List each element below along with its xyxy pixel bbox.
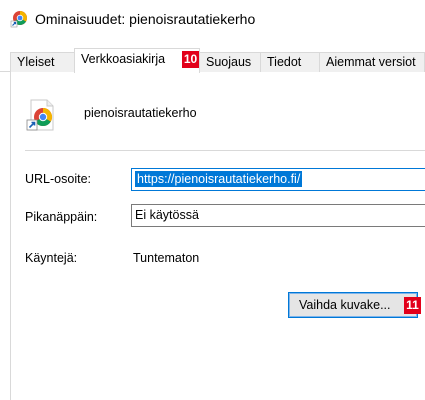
hotkey-value: Ei käytössä (135, 208, 199, 222)
url-field[interactable]: https://pienoisrautatiekerho.fi/ (131, 168, 425, 191)
tab-security[interactable]: Suojaus (199, 52, 261, 72)
url-value: https://pienoisrautatiekerho.fi/ (135, 171, 303, 187)
chrome-shortcut-icon (26, 99, 54, 131)
window-title: Ominaisuudet: pienoisrautatiekerho (35, 11, 256, 27)
url-label: URL-osoite: (25, 172, 91, 186)
properties-panel (10, 72, 425, 400)
change-icon-button[interactable]: Vaihda kuvake... (288, 292, 418, 318)
tab-general[interactable]: Yleiset (10, 52, 75, 72)
title-bar: Ominaisuudet: pienoisrautatiekerho (0, 0, 425, 38)
shortcut-name: pienoisrautatiekerho (84, 106, 197, 120)
hotkey-field[interactable]: Ei käytössä (131, 204, 425, 227)
separator (25, 150, 425, 151)
tab-details[interactable]: Tiedot (260, 52, 320, 72)
tab-number-badge: 10 (182, 51, 199, 68)
tab-previous-versions[interactable]: Aiemmat versiot (319, 52, 425, 72)
button-number-badge: 11 (404, 297, 421, 314)
visits-value: Tuntematon (133, 251, 200, 265)
hotkey-label: Pikanäppäin: (25, 210, 98, 224)
visits-label: Käyntejä: (25, 251, 78, 265)
tab-bar: Yleiset Verkkoasiakirja Suojaus Tiedot A… (0, 48, 425, 73)
chrome-shortcut-icon (10, 11, 27, 28)
